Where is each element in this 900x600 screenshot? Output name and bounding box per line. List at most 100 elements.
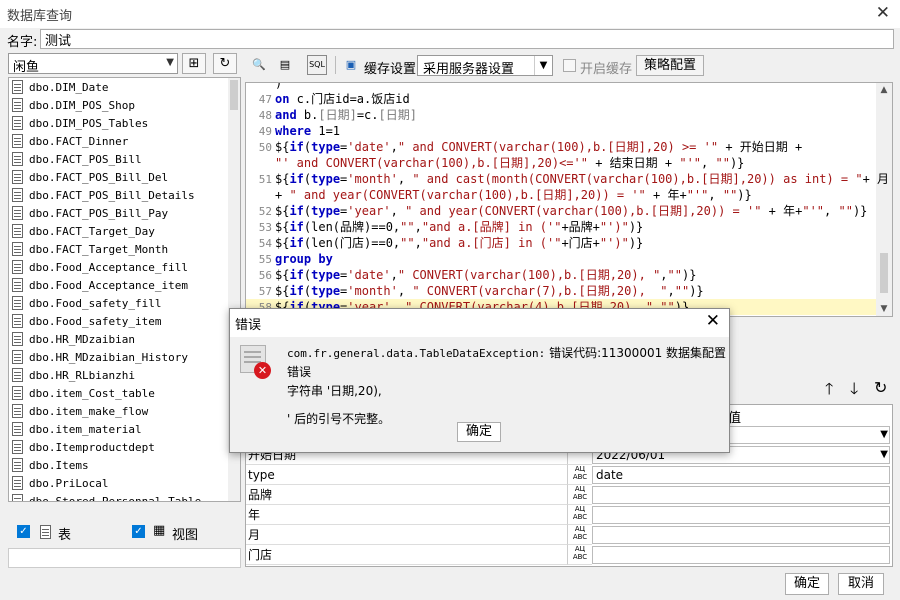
param-value-input[interactable]: date bbox=[592, 466, 890, 484]
cancel-button[interactable]: 取消 bbox=[838, 573, 884, 595]
sql-editor[interactable]: ▲ ▼ ) 47 on c.门店id=a.饭店id 48 and b.[日期]=c.[日… bbox=[245, 82, 893, 317]
table-checkbox-label: 表 bbox=[58, 528, 72, 543]
table-list-item[interactable]: dbo.DIM_POS_Shop bbox=[12, 98, 135, 116]
table-icon bbox=[12, 170, 23, 184]
chevron-down-icon[interactable]: ▼ bbox=[880, 447, 888, 463]
error-detail: 字符串 '日期,20), bbox=[287, 384, 382, 398]
table-icon bbox=[12, 224, 23, 238]
table-checkbox[interactable]: ✓ bbox=[17, 525, 30, 538]
table-list-item[interactable]: dbo.FACT_POS_Bill_Details bbox=[12, 188, 195, 206]
line-number: 54 bbox=[258, 237, 272, 250]
code-text: ${if(len(门店)==0,"","and a.[门店] in ('"+门店… bbox=[275, 236, 644, 250]
database-select-value: 闲鱼 bbox=[13, 60, 40, 75]
enable-cache-checkbox[interactable] bbox=[563, 59, 576, 72]
chevron-down-icon[interactable]: ▼ bbox=[880, 427, 888, 443]
code-line[interactable]: 49 where 1=1 bbox=[246, 123, 876, 139]
param-value-input[interactable] bbox=[592, 486, 890, 504]
error-ok-button[interactable]: 确定 bbox=[457, 422, 501, 442]
sql-icon[interactable]: SQL bbox=[307, 55, 327, 75]
table-list-item[interactable]: dbo.FACT_POS_Bill_Pay bbox=[12, 206, 168, 224]
code-line[interactable]: 47 on c.门店id=a.饭店id bbox=[246, 91, 876, 107]
table-search-field[interactable] bbox=[8, 548, 241, 568]
editor-scrollbar[interactable]: ▲ ▼ bbox=[876, 83, 892, 316]
window-close-icon[interactable]: ✕ bbox=[876, 3, 890, 23]
refresh-button[interactable]: ↻ bbox=[213, 53, 237, 74]
cache-mode-select[interactable]: 采用服务器设置 ▼ bbox=[417, 55, 553, 77]
table-list-item[interactable]: dbo.DIM_POS_Tables bbox=[12, 116, 148, 134]
line-number: 57 bbox=[258, 285, 272, 298]
param-type-icon[interactable]: AЦ ABC bbox=[568, 545, 592, 565]
table-list-item[interactable]: dbo.FACT_POS_Bill_Del bbox=[12, 170, 168, 188]
code-text: on c.门店id=a.饭店id bbox=[275, 92, 410, 106]
refresh-params-icon[interactable]: ↻ bbox=[874, 378, 887, 397]
code-text: ${if(type='month', " and cast(month(CONV… bbox=[275, 172, 890, 186]
strategy-config-button[interactable]: 策略配置 bbox=[636, 55, 704, 76]
window-titlebar: 数据库查询 ✕ bbox=[0, 0, 900, 28]
code-line[interactable]: 53 ${if(len(品牌)==0,"","and a.[品牌] in ('"+… bbox=[246, 219, 876, 235]
error-detail-2: ' 后的引号不完整。 bbox=[287, 412, 391, 426]
table-list-item[interactable]: dbo.item_material bbox=[12, 422, 142, 440]
table-list-item[interactable]: dbo.Stored_Personnal_Table bbox=[12, 494, 201, 501]
code-line[interactable]: + " and year(CONVERT(varchar(100),b.[日期]… bbox=[246, 187, 876, 203]
table-list-item[interactable]: dbo.Items bbox=[12, 458, 89, 476]
name-input[interactable] bbox=[40, 29, 894, 49]
code-line[interactable]: 52 ${if(type='year', " and year(CONVERT(v… bbox=[246, 203, 876, 219]
table-list-item[interactable]: dbo.Food_safety_item bbox=[12, 314, 161, 332]
table-list-item-label: dbo.Food_safety_item bbox=[29, 315, 162, 328]
param-type-icon[interactable]: AЦ ABC bbox=[568, 505, 592, 525]
code-line[interactable]: 50 ${if(type='date'," and CONVERT(varchar… bbox=[246, 139, 876, 155]
code-line[interactable]: 56 ${if(type='date'," CONVERT(varchar(100… bbox=[246, 267, 876, 283]
table-list-item[interactable]: dbo.item_Cost_table bbox=[12, 386, 155, 404]
code-line[interactable]: "' and CONVERT(varchar(100),b.[日期],20)<=… bbox=[246, 155, 876, 171]
table-list-item[interactable]: dbo.Food_Acceptance_fill bbox=[12, 260, 188, 278]
table-list-item[interactable]: dbo.FACT_Target_Month bbox=[12, 242, 168, 260]
close-icon[interactable]: ✕ bbox=[706, 311, 720, 331]
code-line[interactable]: 57 ${if(type='month', " CONVERT(varchar(7… bbox=[246, 283, 876, 299]
preview-table-button[interactable]: ⊞ bbox=[182, 53, 206, 74]
table-list-item[interactable]: dbo.FACT_POS_Bill bbox=[12, 152, 142, 170]
table-list[interactable]: dbo.DIM_Date dbo.DIM_POS_Shop dbo.DIM_POS_… bbox=[8, 77, 241, 502]
table-list-item[interactable]: dbo.HR_RLbianzhi bbox=[12, 368, 135, 386]
table-list-item[interactable]: dbo.FACT_Target_Day bbox=[12, 224, 155, 242]
param-value-input[interactable] bbox=[592, 546, 890, 564]
param-row: 年 AЦ ABC bbox=[246, 505, 892, 525]
param-type-icon[interactable]: AЦ ABC bbox=[568, 525, 592, 545]
table-list-item-label: dbo.FACT_POS_Bill_Details bbox=[29, 189, 195, 202]
table-list-item[interactable]: dbo.FACT_Dinner bbox=[12, 134, 128, 152]
table-list-item-label: dbo.FACT_Target_Month bbox=[29, 243, 169, 256]
param-value-input[interactable] bbox=[592, 506, 890, 524]
param-type-icon[interactable]: AЦ ABC bbox=[568, 465, 592, 485]
table-list-item[interactable]: dbo.Food_Acceptance_item bbox=[12, 278, 188, 296]
code-text: ${if(type='month', " CONVERT(varchar(7),… bbox=[275, 284, 704, 298]
preview-icon[interactable]: 🔍 bbox=[249, 55, 269, 75]
param-type-icon[interactable]: AЦ ABC bbox=[568, 485, 592, 505]
arrow-up-icon[interactable]: 🡑 bbox=[825, 378, 833, 405]
arrow-down-icon[interactable]: 🡓 bbox=[850, 378, 858, 405]
code-line[interactable]: 51 ${if(type='month', " and cast(month(CO… bbox=[246, 171, 889, 187]
table-icon bbox=[12, 116, 23, 130]
line-number: 48 bbox=[258, 109, 272, 122]
save-icon[interactable]: ▤ bbox=[275, 55, 295, 75]
table-list-item-label: dbo.Food_Acceptance_fill bbox=[29, 261, 188, 274]
view-checkbox[interactable]: ✓ bbox=[132, 525, 145, 538]
table-list-item[interactable]: dbo.PriLocal bbox=[12, 476, 108, 494]
table-list-item-label: dbo.PriLocal bbox=[29, 477, 109, 490]
ok-button[interactable]: 确定 bbox=[785, 573, 829, 595]
table-list-item-label: dbo.FACT_Target_Day bbox=[29, 225, 155, 238]
name-label: 名字: bbox=[7, 35, 38, 50]
param-value-input[interactable] bbox=[592, 526, 890, 544]
table-icon bbox=[12, 404, 23, 418]
table-list-item[interactable]: dbo.HR_MDzaibian bbox=[12, 332, 135, 350]
table-list-item[interactable]: dbo.Food_safety_fill bbox=[12, 296, 161, 314]
database-select[interactable]: 闲鱼 ▼ bbox=[8, 53, 178, 75]
table-icon bbox=[12, 242, 23, 256]
table-list-item[interactable]: dbo.Itemproductdept bbox=[12, 440, 155, 458]
code-text: where 1=1 bbox=[275, 124, 341, 138]
code-line[interactable]: 54 ${if(len(门店)==0,"","and a.[门店] in ('"+… bbox=[246, 235, 876, 251]
code-line[interactable]: 55 group by bbox=[246, 251, 876, 267]
code-line[interactable]: 48 and b.[日期]=c.[日期] bbox=[246, 107, 876, 123]
table-list-item[interactable]: dbo.HR_MDzaibian_History bbox=[12, 350, 188, 368]
table-list-item[interactable]: dbo.DIM_Date bbox=[12, 80, 108, 98]
table-list-item[interactable]: dbo.item_make_flow bbox=[12, 404, 148, 422]
table-list-item-label: dbo.Food_safety_fill bbox=[29, 297, 162, 310]
